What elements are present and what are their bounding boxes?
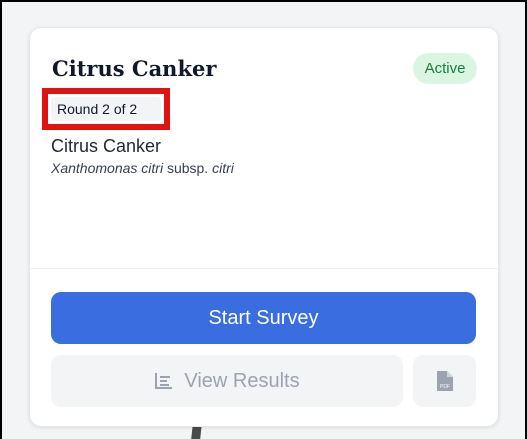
genus-species: Xanthomonas citri (51, 160, 164, 176)
card-title: Citrus Canker (52, 56, 217, 81)
rank-abbrev: subsp. (166, 160, 209, 176)
survey-card: Citrus Canker Active Round 2 of 2 Citrus… (29, 27, 499, 427)
pest-scientific-name: Xanthomonas citri subsp. citri (51, 160, 234, 176)
card-divider (30, 268, 498, 269)
pdf-file-icon: PDF (436, 371, 453, 391)
chart-list-icon (155, 373, 173, 389)
round-badge: Round 2 of 2 (51, 97, 161, 121)
start-survey-button[interactable]: Start Survey (51, 292, 476, 344)
svg-text:PDF: PDF (440, 384, 450, 390)
status-badge: Active (413, 53, 477, 84)
view-results-label: View Results (184, 370, 300, 392)
subspecies: citri (212, 160, 234, 176)
round-badge-highlight: Round 2 of 2 (42, 88, 170, 130)
pdf-download-button[interactable]: PDF (413, 355, 476, 407)
view-results-button[interactable]: View Results (51, 355, 403, 407)
screenshot-frame: Citrus Canker Active Round 2 of 2 Citrus… (0, 0, 527, 439)
pest-common-name: Citrus Canker (51, 136, 162, 156)
